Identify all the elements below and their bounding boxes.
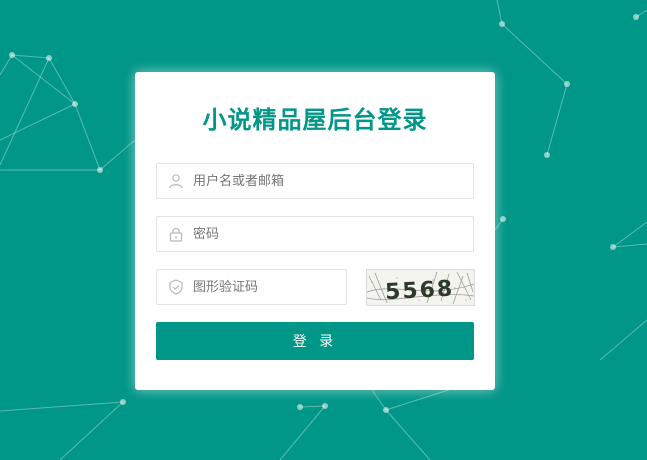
login-card: 小说精品屋后台登录 用户名或者邮箱 图形验证码 5568 登 录 xyxy=(135,72,495,390)
shield-icon xyxy=(169,279,183,295)
login-page: 小说精品屋后台登录 用户名或者邮箱 图形验证码 5568 登 录 xyxy=(0,0,647,460)
captcha-graphic: 5568 xyxy=(367,271,474,305)
captcha-image[interactable]: 5568 xyxy=(366,269,475,306)
password-input[interactable] xyxy=(193,217,465,251)
lock-icon xyxy=(169,228,183,242)
captcha-field[interactable] xyxy=(156,269,347,305)
captcha-text: 5568 xyxy=(384,277,454,305)
username-input[interactable] xyxy=(193,164,465,198)
page-title: 小说精品屋后台登录 xyxy=(202,106,428,134)
user-icon xyxy=(169,174,183,189)
username-field[interactable] xyxy=(156,163,474,199)
captcha-input[interactable] xyxy=(193,270,338,304)
password-field[interactable] xyxy=(156,216,474,252)
login-button[interactable]: 登 录 xyxy=(156,322,474,360)
